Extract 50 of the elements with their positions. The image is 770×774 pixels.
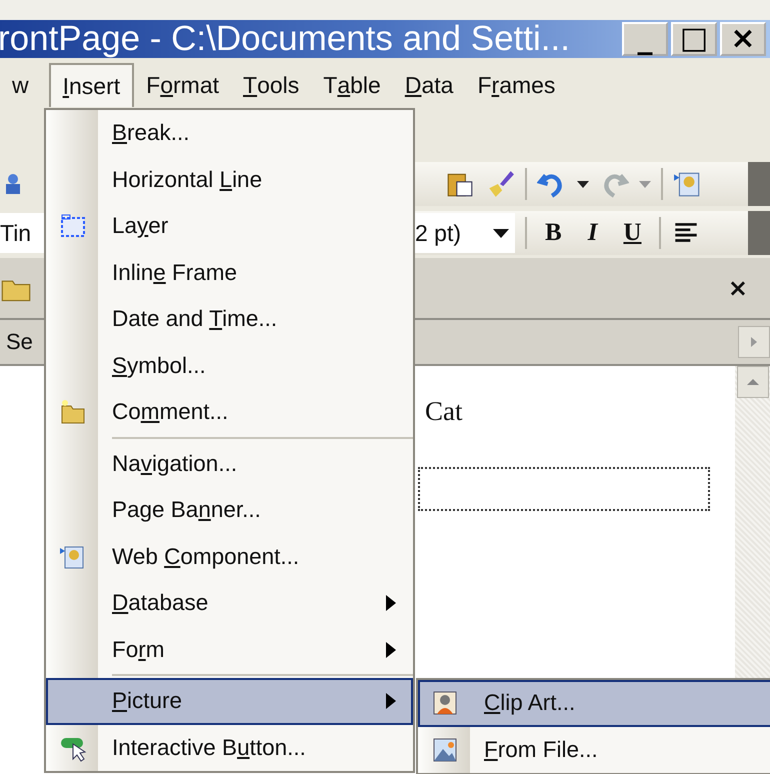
menu-item[interactable]: Web Component... bbox=[46, 534, 413, 580]
scroll-right-button[interactable] bbox=[738, 326, 770, 358]
scroll-up-icon bbox=[746, 377, 760, 387]
submenu-arrow-icon bbox=[385, 594, 397, 612]
document-text: Cat bbox=[425, 396, 462, 426]
menu-bar-item[interactable]: w bbox=[0, 63, 41, 107]
toolbar-grip-icon[interactable] bbox=[748, 211, 770, 255]
dropdown-caret-icon[interactable] bbox=[493, 228, 509, 238]
menu-item[interactable]: Form bbox=[46, 626, 413, 673]
clip-art-icon bbox=[431, 689, 459, 718]
menu-bar-item[interactable]: Format bbox=[134, 63, 232, 107]
close-button[interactable]: × bbox=[722, 273, 754, 303]
menu-item[interactable]: Symbol... bbox=[46, 342, 413, 389]
menu-item[interactable]: Inline Frame bbox=[46, 250, 413, 296]
folder-label: Se bbox=[5, 329, 33, 355]
scroll-up-button[interactable] bbox=[736, 366, 768, 398]
menu-bar-item[interactable]: Frames bbox=[465, 63, 568, 107]
maximize-button[interactable]: □ bbox=[671, 22, 717, 56]
font-size-field[interactable]: 2 pt) bbox=[415, 213, 515, 253]
minimize-button[interactable]: _ bbox=[622, 22, 668, 56]
menu-item[interactable]: From File... bbox=[418, 726, 770, 773]
menu-item[interactable]: Comment... bbox=[46, 389, 413, 436]
menu-bar-item[interactable]: Data bbox=[392, 63, 466, 107]
toolbar-grip-icon[interactable] bbox=[748, 162, 770, 206]
menu-item[interactable]: Database bbox=[46, 580, 413, 626]
menu-item[interactable]: Interactive Button... bbox=[46, 724, 413, 771]
caret-icon bbox=[577, 180, 589, 188]
submenu-arrow-icon bbox=[385, 692, 397, 710]
menu-item[interactable]: Layer bbox=[46, 203, 413, 250]
menu-item[interactable]: Break... bbox=[46, 110, 413, 156]
menu-item[interactable]: Page Banner... bbox=[46, 487, 413, 534]
menu-item[interactable]: Date and Time... bbox=[46, 296, 413, 342]
italic-button[interactable]: I bbox=[580, 219, 606, 247]
close-button[interactable]: × bbox=[720, 22, 766, 56]
bold-button[interactable]: B bbox=[537, 219, 570, 247]
submenu-arrow-icon bbox=[385, 640, 397, 659]
underline-button[interactable]: U bbox=[615, 219, 650, 247]
caret-icon bbox=[639, 180, 651, 188]
menu-item[interactable]: Navigation... bbox=[46, 440, 413, 487]
menu-bar-item[interactable]: Table bbox=[311, 63, 393, 107]
font-field[interactable]: Tin bbox=[0, 213, 44, 253]
folder-note-icon bbox=[59, 398, 87, 426]
image-file-icon bbox=[431, 736, 459, 764]
window-title: rontPage - C:\Documents and Setti... bbox=[0, 19, 570, 59]
menu-item[interactable]: Clip Art... bbox=[418, 680, 770, 726]
menu-item[interactable]: Horizontal Line bbox=[46, 156, 413, 203]
menu-bar-item[interactable]: Tools bbox=[231, 63, 312, 107]
menu-item[interactable]: Picture bbox=[46, 678, 413, 724]
scroll-right-icon bbox=[749, 336, 759, 348]
menu-bar-item[interactable]: Insert bbox=[48, 63, 134, 107]
